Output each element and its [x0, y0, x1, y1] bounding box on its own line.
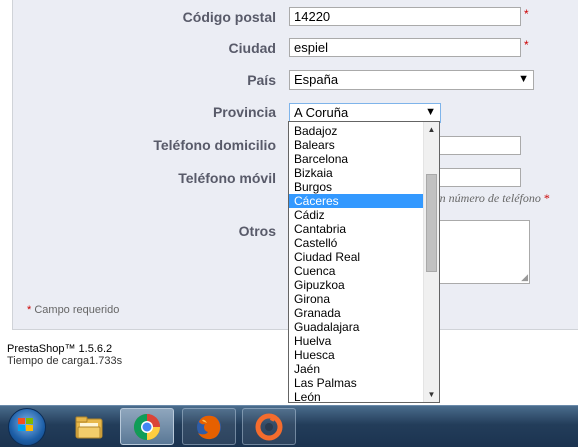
country-label: País — [247, 72, 276, 88]
province-option[interactable]: Badajoz — [289, 124, 424, 138]
postal-code-label: Código postal — [182, 9, 276, 25]
province-option[interactable]: Huesca — [289, 348, 424, 362]
required-note-star: * — [27, 304, 32, 316]
postal-code-input[interactable]: 14220 — [289, 7, 521, 26]
province-option[interactable]: Cádiz — [289, 208, 424, 222]
chrome-icon — [133, 413, 160, 440]
country-select[interactable]: España ▼ — [289, 70, 534, 90]
home-phone-label: Teléfono domicilio — [153, 137, 276, 153]
dropdown-scrollbar[interactable]: ▲ ▼ — [423, 122, 439, 402]
windows-logo-icon — [18, 418, 34, 431]
scrollbar-thumb[interactable] — [426, 174, 437, 272]
other-label: Otros — [238, 223, 276, 239]
province-option[interactable]: Bizkaia — [289, 166, 424, 180]
province-option[interactable]: Cantabria — [289, 222, 424, 236]
province-option[interactable]: León — [289, 390, 424, 402]
required-note-text: Campo requerido — [34, 304, 120, 316]
province-option[interactable]: Castelló — [289, 236, 424, 250]
city-input[interactable]: espiel — [289, 38, 521, 57]
province-option[interactable]: Cáceres — [289, 194, 424, 208]
province-option[interactable]: Granada — [289, 306, 424, 320]
province-option[interactable]: Gipuzkoa — [289, 278, 424, 292]
mobile-phone-label: Teléfono móvil — [178, 170, 276, 186]
resize-handle-icon[interactable]: ◢ — [521, 273, 528, 282]
province-select[interactable]: A Coruña ▼ — [289, 103, 441, 123]
chevron-down-icon: ▼ — [518, 73, 529, 85]
province-option[interactable]: Ciudad Real — [289, 250, 424, 264]
origin-icon — [255, 413, 283, 440]
province-option[interactable]: Barcelona — [289, 152, 424, 166]
taskbar-file-explorer[interactable] — [62, 408, 116, 445]
phone-hint-required: * — [543, 191, 550, 205]
taskbar-chrome[interactable] — [120, 408, 174, 445]
chevron-down-icon: ▼ — [425, 106, 436, 118]
firefox-icon — [197, 414, 221, 439]
province-option[interactable]: Burgos — [289, 180, 424, 194]
scroll-up-icon[interactable]: ▲ — [424, 122, 439, 137]
city-label: Ciudad — [228, 40, 276, 56]
country-select-value: España — [294, 72, 339, 87]
required-note: * Campo requerido — [27, 304, 119, 316]
platform-version: PrestaShop™ 1.5.6.2 — [7, 343, 113, 355]
load-time: Tiempo de carga1.733s — [7, 355, 123, 367]
province-option[interactable]: Girona — [289, 292, 424, 306]
province-option[interactable]: Huelva — [289, 334, 424, 348]
province-option[interactable]: Jaén — [289, 362, 424, 376]
taskbar-origin[interactable] — [242, 408, 296, 445]
province-label: Provincia — [212, 104, 276, 120]
postal-code-required: * — [524, 7, 529, 21]
province-option[interactable]: Cuenca — [289, 264, 424, 278]
province-option[interactable]: Balears — [289, 138, 424, 152]
taskbar-firefox[interactable] — [182, 408, 236, 445]
province-option[interactable]: Las Palmas — [289, 376, 424, 390]
city-required: * — [524, 38, 529, 52]
province-options: Badajoz Balears Barcelona Bizkaia Burgos Cáce… — [289, 124, 424, 402]
province-dropdown-list[interactable]: Badajoz Balears Barcelona Bizkaia Burgos Cáce… — [288, 121, 440, 403]
folder-icon — [75, 416, 103, 438]
province-select-value: A Coruña — [294, 105, 349, 120]
other-textarea[interactable]: ◢ — [439, 220, 530, 284]
start-button[interactable] — [0, 406, 60, 447]
province-option[interactable]: Guadalajara — [289, 320, 424, 334]
taskbar — [0, 405, 578, 447]
scroll-down-icon[interactable]: ▼ — [424, 387, 439, 402]
